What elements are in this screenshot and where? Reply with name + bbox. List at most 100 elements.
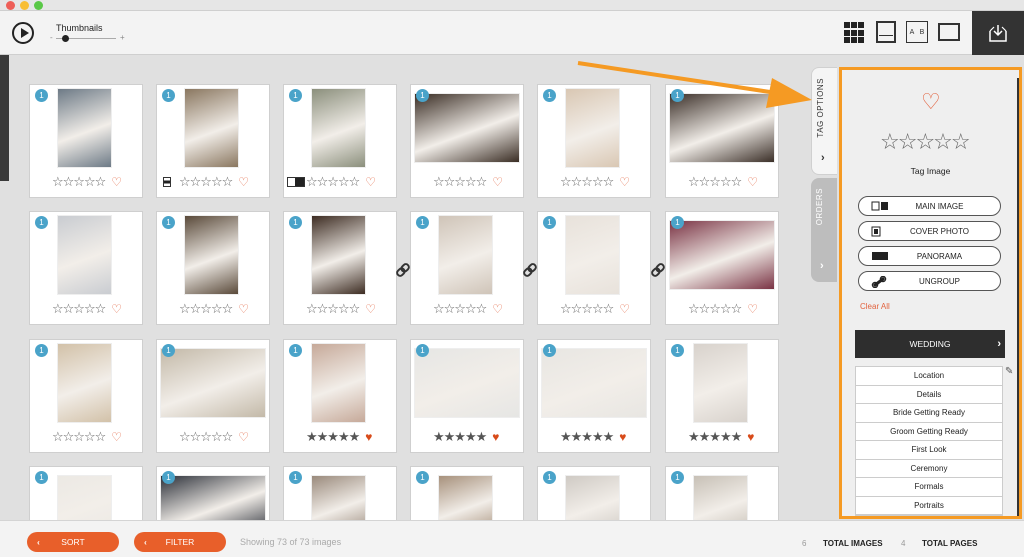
thumbnail-card[interactable]: 1: [30, 467, 142, 520]
thumbnail-card[interactable]: 1 ☆☆☆☆☆ ♡: [666, 212, 778, 324]
favorite-heart-icon[interactable]: ♡: [492, 302, 503, 316]
thumbnail-card[interactable]: 1: [666, 467, 778, 520]
thumbnail-photo[interactable]: [184, 215, 239, 295]
star-rating[interactable]: ☆☆☆☆☆ ♡: [52, 301, 132, 316]
subcategory-item[interactable]: Groom Getting Ready: [856, 423, 1002, 441]
main-image-button[interactable]: MAIN IMAGE: [858, 196, 1001, 216]
favorite-heart-icon[interactable]: ♥: [747, 430, 754, 444]
star-icons[interactable]: ☆☆☆☆☆: [179, 301, 233, 316]
star-rating[interactable]: ☆☆☆☆☆ ♡: [179, 301, 259, 316]
star-rating[interactable]: ☆☆☆☆☆ ♡: [433, 301, 513, 316]
star-rating[interactable]: ★★★★★ ♥: [433, 429, 513, 444]
star-icons[interactable]: ☆☆☆☆☆: [433, 301, 487, 316]
thumbnail-card[interactable]: 1: [157, 467, 269, 520]
star-rating[interactable]: ☆☆☆☆☆ ♡: [179, 174, 259, 189]
thumbnail-photo[interactable]: [438, 215, 493, 295]
thumbnail-photo[interactable]: [414, 348, 520, 418]
star-icons[interactable]: ☆☆☆☆☆: [179, 429, 233, 444]
thumbnail-card[interactable]: 1: [284, 467, 396, 520]
wedding-category-header[interactable]: WEDDING ›: [855, 330, 1005, 358]
thumbnail-card[interactable]: 1 ☆☆☆☆☆ ♡: [411, 85, 523, 197]
favorite-heart-icon[interactable]: ♡: [921, 89, 941, 115]
ungroup-button[interactable]: UNGROUP: [858, 271, 1001, 291]
thumbnail-photo[interactable]: [57, 215, 112, 295]
star-icons[interactable]: ★★★★★: [688, 429, 742, 444]
favorite-heart-icon[interactable]: ♡: [365, 175, 376, 189]
star-rating[interactable]: ☆☆☆☆☆ ♡: [560, 301, 640, 316]
star-icons[interactable]: ☆☆☆☆☆: [179, 174, 233, 189]
subcategory-item[interactable]: Ceremony: [856, 460, 1002, 478]
thumbnail-photo[interactable]: [414, 93, 520, 163]
favorite-heart-icon[interactable]: ♡: [111, 430, 122, 444]
subcategory-item[interactable]: Formals: [856, 478, 1002, 497]
thumbnail-card[interactable]: 1 ☆☆☆☆☆ ♡: [30, 85, 142, 197]
star-icons[interactable]: ☆☆☆☆☆: [306, 174, 360, 189]
thumbnail-card[interactable]: 1 ☆☆☆☆☆ ♡: [284, 85, 396, 197]
thumbnail-photo[interactable]: [669, 220, 775, 290]
favorite-heart-icon[interactable]: ♡: [619, 175, 630, 189]
star-rating[interactable]: ☆☆☆☆☆ ♡: [52, 429, 132, 444]
thumbnail-card[interactable]: 1 ☆☆☆☆☆ ♡: [538, 212, 650, 324]
thumbnail-photo[interactable]: [565, 475, 620, 520]
star-icons[interactable]: ☆☆☆☆☆: [688, 301, 742, 316]
zoom-window-button[interactable]: [34, 1, 43, 10]
thumbnail-card[interactable]: 1 ★★★★★ ♥: [284, 340, 396, 452]
thumbnail-photo[interactable]: [693, 343, 748, 423]
star-icons[interactable]: ☆☆☆☆☆: [560, 301, 614, 316]
grid-view-icon[interactable]: [844, 22, 864, 44]
thumbnail-card[interactable]: 1 ☆☆☆☆☆ ♡: [30, 340, 142, 452]
thumbnail-card[interactable]: 1 ☆☆☆☆☆ ♡: [30, 212, 142, 324]
favorite-heart-icon[interactable]: ♥: [365, 430, 372, 444]
thumbnail-card[interactable]: 1 ☆☆☆☆☆ ♡: [284, 212, 396, 324]
thumbnail-photo[interactable]: [311, 343, 366, 423]
star-rating[interactable]: ☆☆☆☆☆ ♡: [433, 174, 513, 189]
panel-star-rating[interactable]: ☆☆☆☆☆: [880, 129, 971, 155]
thumbnail-card[interactable]: 1 ☆☆☆☆☆ ♡: [538, 85, 650, 197]
tab-tag-options[interactable]: TAG OPTIONS ›: [811, 67, 837, 175]
sort-button[interactable]: ‹ SORT: [27, 532, 119, 552]
star-icons[interactable]: ★★★★★: [560, 429, 614, 444]
filmstrip-view-icon[interactable]: [876, 21, 896, 43]
clear-all-link[interactable]: Clear All: [860, 302, 890, 311]
star-rating[interactable]: ★★★★★ ♥: [560, 429, 640, 444]
panorama-button[interactable]: PANORAMA: [858, 246, 1001, 266]
fullscreen-view-icon[interactable]: [938, 23, 960, 41]
star-rating[interactable]: ☆☆☆☆☆ ♡: [52, 174, 132, 189]
subcategory-item[interactable]: Bride Getting Ready: [856, 404, 1002, 423]
favorite-heart-icon[interactable]: ♡: [111, 302, 122, 316]
favorite-heart-icon[interactable]: ♡: [365, 302, 376, 316]
subcategory-item[interactable]: Details: [856, 386, 1002, 404]
star-rating[interactable]: ★★★★★ ♥: [688, 429, 768, 444]
star-icons[interactable]: ☆☆☆☆☆: [688, 174, 742, 189]
thumbnail-card[interactable]: 1 ☆☆☆☆☆ ♡: [157, 85, 269, 197]
thumbnail-photo[interactable]: [160, 348, 266, 418]
favorite-heart-icon[interactable]: ♡: [238, 175, 249, 189]
minimize-window-button[interactable]: [20, 1, 29, 10]
thumbnail-photo[interactable]: [693, 475, 748, 520]
panel-scrollbar[interactable]: [1017, 78, 1019, 516]
star-icons[interactable]: ☆☆☆☆☆: [306, 301, 360, 316]
star-icons[interactable]: ☆☆☆☆☆: [52, 429, 106, 444]
subcategory-item[interactable]: Location: [856, 367, 1002, 386]
thumbnail-card[interactable]: 1: [411, 467, 523, 520]
star-rating[interactable]: ☆☆☆☆☆ ♡: [688, 174, 768, 189]
thumbnail-card[interactable]: 1 ☆☆☆☆☆ ♡: [157, 212, 269, 324]
star-icons[interactable]: ★★★★★: [306, 429, 360, 444]
star-rating[interactable]: ★★★★★ ♥: [306, 429, 386, 444]
thumbnail-photo[interactable]: [160, 475, 266, 520]
thumbnail-photo[interactable]: [57, 88, 112, 168]
thumbnail-card[interactable]: 1 ☆☆☆☆☆ ♡: [157, 340, 269, 452]
thumbnail-photo[interactable]: [57, 475, 112, 520]
favorite-heart-icon[interactable]: ♡: [747, 175, 758, 189]
edit-pencil-icon[interactable]: ✎: [1005, 366, 1013, 377]
slider-knob[interactable]: [62, 35, 69, 42]
favorite-heart-icon[interactable]: ♥: [492, 430, 499, 444]
thumbnail-photo[interactable]: [311, 215, 366, 295]
thumbnail-photo[interactable]: [541, 348, 647, 418]
thumbnail-card[interactable]: 1 ☆☆☆☆☆ ♡: [666, 85, 778, 197]
star-rating[interactable]: ☆☆☆☆☆ ♡: [179, 429, 259, 444]
favorite-heart-icon[interactable]: ♡: [492, 175, 503, 189]
star-rating[interactable]: ☆☆☆☆☆ ♡: [688, 301, 768, 316]
star-rating[interactable]: ☆☆☆☆☆ ♡: [306, 301, 386, 316]
thumbnail-photo[interactable]: [669, 93, 775, 163]
